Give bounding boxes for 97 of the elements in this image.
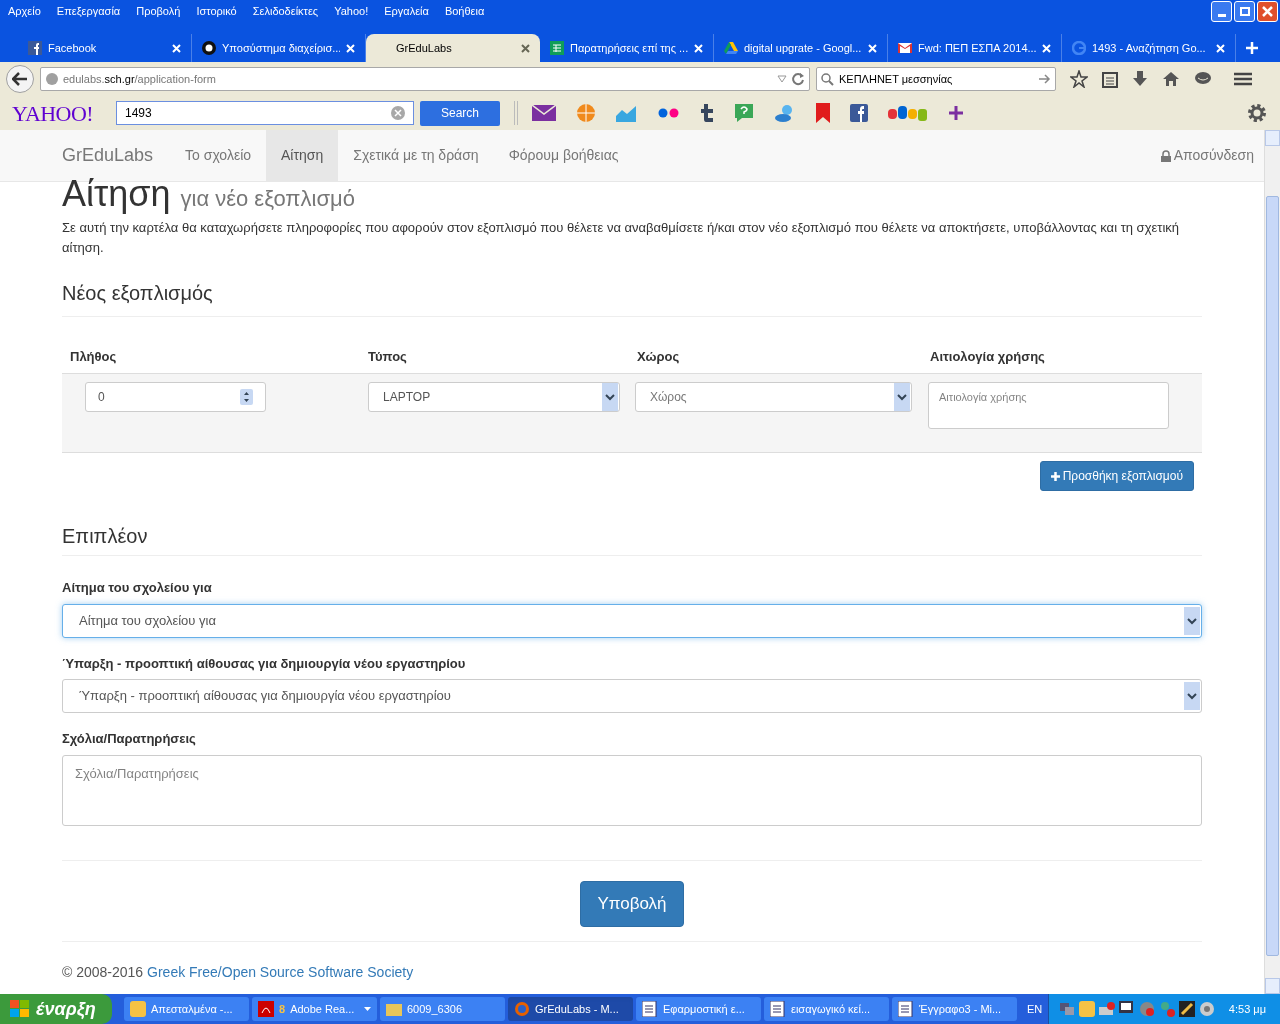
caret-icon[interactable] [364, 1007, 371, 1011]
taskbar-button[interactable]: Απεσταλμένα -... [124, 997, 249, 1021]
signal-icon[interactable] [1178, 1001, 1195, 1017]
settings-icon[interactable] [1246, 102, 1268, 124]
spreadsheet-icon [550, 41, 564, 55]
nav-link[interactable]: Φόρουμ βοήθειας [493, 130, 634, 181]
taskbar-button[interactable]: Εφαρμοστική ε... [636, 997, 761, 1021]
scrollbar[interactable] [1264, 130, 1280, 994]
facebook-icon[interactable] [850, 104, 868, 122]
column-header: Αιτιολογία χρήσης [930, 349, 1045, 365]
menu-item[interactable]: Yahoo! [334, 2, 369, 20]
close-icon [1262, 5, 1273, 17]
clock: 4:53 μμ [1228, 1001, 1266, 1017]
menu-item[interactable]: Σελιδοδείκτες [252, 2, 319, 20]
menu-item[interactable]: Βοήθεια [444, 2, 485, 20]
menu-item[interactable]: Επεξεργασία [56, 2, 121, 20]
search-bar[interactable]: ΚΕΠΛΗΝΕΤ μεσσηνίας [816, 67, 1056, 91]
triangle-icon [724, 41, 738, 55]
submit-button[interactable]: Υποβολή [580, 880, 684, 927]
restore-button[interactable] [1234, 0, 1255, 22]
home-icon[interactable] [1162, 71, 1180, 87]
menu-item[interactable]: Εργαλεία [384, 2, 429, 20]
column-header: Τύπος [368, 349, 407, 365]
nav-link[interactable]: Σχετικά με τη δράση [338, 130, 494, 181]
facebook-icon [28, 41, 42, 55]
plus-icon [1050, 471, 1060, 481]
mail-icon [130, 1001, 146, 1017]
document-icon [642, 1001, 658, 1017]
menu-item[interactable]: Ιστορικό [196, 2, 237, 20]
bookmark-icon[interactable] [816, 103, 830, 123]
envelope-icon [898, 41, 912, 55]
search-button[interactable]: Search [420, 100, 500, 126]
taskbar-button[interactable]: GrEduLabs - M... [508, 997, 633, 1021]
windows-logo-icon [10, 1000, 30, 1018]
nav-link[interactable]: Αίτηση [266, 130, 339, 181]
language-indicator[interactable]: EN [1027, 1000, 1043, 1018]
select-field[interactable]: Ύπαρξη - προοπτική αίθουσας για δημιουργία νέου εργαστηρίου [62, 679, 1202, 713]
search-icon [821, 72, 834, 86]
justification-field[interactable]: Αιτιολογία χρήσης [928, 382, 1169, 429]
star-icon[interactable] [1070, 70, 1088, 88]
plus-icon[interactable] [948, 105, 964, 121]
spinner-icon[interactable] [240, 389, 253, 405]
page-subtitle: για νέο εξοπλισμό [180, 185, 355, 213]
menu-icon[interactable] [1234, 72, 1252, 86]
folder-icon [386, 1001, 402, 1017]
firefox-icon [514, 1001, 530, 1017]
section-heading: Νέος εξοπλισμός [62, 282, 213, 304]
dots-icon[interactable] [658, 108, 680, 118]
taskbar-button[interactable]: Έγγραφο3 - Mi... [892, 997, 1017, 1021]
section-heading: Επιπλέον [62, 525, 148, 547]
reload-icon[interactable] [791, 72, 805, 86]
logout-link[interactable]: Αποσύνδεση [1160, 145, 1254, 166]
field-label: Σχόλια/Παρατηρήσεις [62, 731, 196, 746]
intro-text: Σε αυτή την καρτέλα θα καταχωρήσετε πληροφορίες που αφορούν στον εξοπλισμό που θέλετε να αναβαθμίσετε ή/και στον νέο εξοπλισμό που θέλετε να αποκτήσετε, υποβάλλοντας και τη σχετική αίτηση. [62, 219, 1180, 257]
download-icon[interactable] [1132, 70, 1148, 88]
field-label: Αίτημα του σχολείου για [62, 580, 212, 595]
arrow-icon[interactable] [1039, 74, 1051, 84]
minimize-button[interactable] [1211, 0, 1232, 22]
yahoo-logo[interactable]: YAHOO! [12, 96, 102, 130]
question-bubble-icon[interactable] [734, 103, 754, 123]
type-select[interactable]: LAPTOP [368, 382, 620, 412]
mail-icon[interactable] [532, 105, 556, 121]
field-label: Ύπαρξη - προοπτική αίθουσας για δημιουργία νέου εργαστηρίου [62, 655, 466, 671]
document-icon [770, 1001, 786, 1017]
close-button[interactable] [1257, 0, 1278, 22]
taskbar-button[interactable]: 6009_6306 [380, 997, 505, 1021]
menu-item[interactable]: Αρχείο [8, 2, 41, 20]
column-header: Χώρος [637, 349, 680, 365]
footer-link[interactable]: Greek Free/Open Source Software Society [147, 963, 414, 980]
pdf-icon [258, 1001, 274, 1017]
yahoo-search-field[interactable]: 1493 [116, 101, 414, 125]
clipboard-icon[interactable] [1102, 70, 1118, 88]
page-title: Αίτηση [62, 176, 171, 212]
column-header: Πλήθος [70, 349, 117, 365]
globe-icon [45, 72, 59, 86]
menu-item[interactable]: Προβολή [136, 2, 181, 20]
back-button[interactable] [6, 65, 34, 93]
start-button[interactable]: έναρξη [0, 994, 112, 1024]
address-bar[interactable]: edulabs.sch.gr/application-form [40, 67, 810, 91]
comments-field[interactable]: Σχόλια/Παρατηρήσεις [62, 754, 1202, 826]
taskbar-button[interactable]: 8 Adobe Rea... [252, 997, 377, 1021]
add-equipment-button[interactable]: Προσθήκη εξοπλισμού [1039, 461, 1194, 491]
footer-text: © 2008-2016 [62, 963, 145, 980]
arrow-icon [12, 72, 28, 86]
lock-icon [1160, 149, 1171, 162]
select-field[interactable]: Αίτημα του σχολείου για [62, 603, 1202, 638]
close-icon[interactable] [521, 43, 530, 53]
network-icon[interactable] [1058, 1001, 1075, 1017]
taskbar-button[interactable]: εισαγωγικό κεί... [764, 997, 889, 1021]
browser-tab[interactable]: GrEduLabs [366, 34, 540, 62]
quantity-field[interactable]: 0 [85, 382, 266, 412]
letter-t-icon[interactable] [700, 103, 714, 123]
site-brand[interactable]: GrEduLabs [62, 142, 154, 169]
space-select[interactable]: Χώρος [635, 382, 912, 412]
document-icon [898, 1001, 914, 1017]
nav-link[interactable]: Το σχολείο [170, 130, 267, 181]
new-tab-icon[interactable] [1246, 42, 1258, 54]
